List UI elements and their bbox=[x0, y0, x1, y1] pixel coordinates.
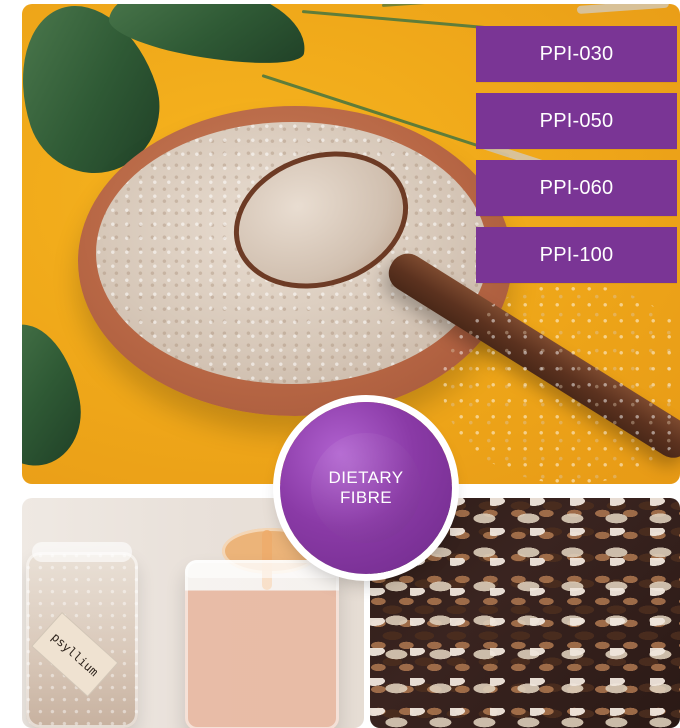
badge-inner: DIETARY FIBRE bbox=[311, 433, 421, 543]
product-code-label: PPI-050 bbox=[539, 109, 614, 132]
drink-glass bbox=[185, 560, 339, 728]
product-code-label: PPI-100 bbox=[539, 243, 614, 266]
glass-rim bbox=[185, 560, 339, 578]
badge-line-2: FIBRE bbox=[339, 488, 393, 507]
product-code-list: PPI-030 PPI-050 PPI-060 PPI-100 bbox=[476, 26, 677, 284]
product-collage: PPI-030 PPI-050 PPI-060 PPI-100 psyllium… bbox=[0, 0, 680, 728]
badge-line-1: DIETARY bbox=[328, 468, 404, 487]
dietary-fibre-badge: DIETARY FIBRE bbox=[280, 402, 452, 574]
product-code-button[interactable]: PPI-030 bbox=[476, 26, 677, 82]
product-code-button[interactable]: PPI-050 bbox=[476, 93, 677, 149]
leaf bbox=[22, 316, 90, 474]
product-code-label: PPI-060 bbox=[539, 176, 614, 199]
seed-head bbox=[576, 4, 670, 14]
psyllium-scatter bbox=[442, 284, 680, 484]
product-code-button[interactable]: PPI-100 bbox=[476, 227, 677, 283]
product-code-label: PPI-030 bbox=[539, 42, 614, 65]
product-code-button[interactable]: PPI-060 bbox=[476, 160, 677, 216]
jar-lid bbox=[32, 542, 132, 562]
